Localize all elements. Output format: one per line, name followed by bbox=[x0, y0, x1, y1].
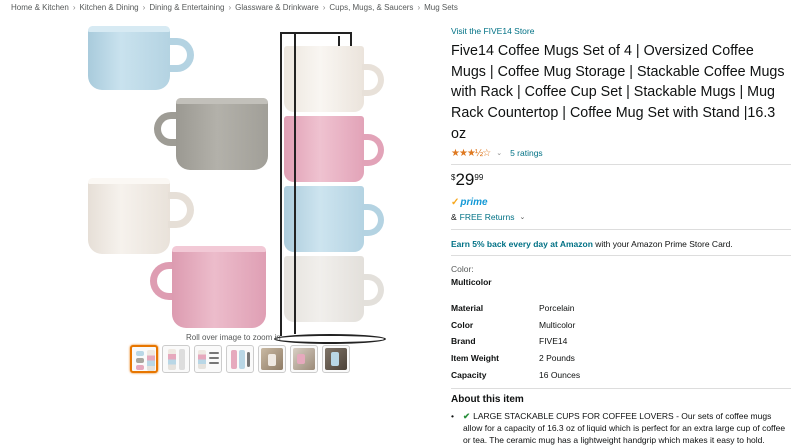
spec-value: 16 Ounces bbox=[539, 369, 581, 380]
divider bbox=[451, 163, 791, 165]
product-info: Visit the FIVE14 Store Five14 Coffee Mug… bbox=[451, 26, 791, 445]
breadcrumb-item[interactable]: Mug Sets bbox=[424, 3, 458, 12]
bullet-dot: • bbox=[451, 410, 454, 421]
chevron-right-icon: › bbox=[228, 3, 232, 12]
returns-prefix: & bbox=[451, 211, 457, 222]
thumbnail-strip bbox=[130, 345, 350, 373]
spec-row: Capacity 16 Ounces bbox=[451, 366, 791, 383]
prime-check-icon: ✓ bbox=[451, 196, 460, 208]
free-returns-link[interactable]: FREE Returns bbox=[460, 212, 515, 222]
feature-bullet: • ✔ LARGE STACKABLE CUPS FOR COFFEE LOVER… bbox=[451, 411, 791, 445]
ratings-count-link[interactable]: 5 ratings bbox=[510, 148, 543, 158]
thumbnail[interactable] bbox=[162, 345, 190, 373]
thumbnail[interactable] bbox=[258, 345, 286, 373]
spec-table: Material Porcelain Color Multicolor Bran… bbox=[451, 300, 791, 383]
thumbnail[interactable] bbox=[322, 345, 350, 373]
promo-rest: with your Amazon Prime Store Card. bbox=[592, 238, 733, 249]
product-title: Five14 Coffee Mugs Set of 4 | Oversized … bbox=[451, 43, 785, 142]
chevron-right-icon: › bbox=[142, 3, 146, 12]
spec-row: Brand FIVE14 bbox=[451, 333, 791, 350]
spec-row: Material Porcelain bbox=[451, 300, 791, 317]
divider bbox=[451, 228, 791, 230]
spec-row: Color Multicolor bbox=[451, 316, 791, 333]
gray-mug-image bbox=[154, 98, 272, 170]
breadcrumb-item[interactable]: Dining & Entertaining bbox=[149, 3, 224, 12]
rating-row: ★★★½☆ ⌄ 5 ratings bbox=[451, 148, 791, 159]
breadcrumb-item[interactable]: Glassware & Drinkware bbox=[235, 3, 319, 12]
chevron-down-icon[interactable]: ⌄ bbox=[519, 213, 525, 221]
cream-mug-image bbox=[88, 178, 198, 254]
spec-key: Color bbox=[451, 319, 474, 330]
breadcrumb-item[interactable]: Home & Kitchen bbox=[11, 3, 69, 12]
thumbnail[interactable] bbox=[130, 345, 158, 373]
chevron-right-icon: › bbox=[322, 3, 326, 12]
spec-key: Item Weight bbox=[451, 352, 500, 363]
spec-value: 2 Pounds bbox=[539, 352, 575, 363]
spec-key: Capacity bbox=[451, 369, 487, 380]
spec-value: FIVE14 bbox=[539, 336, 568, 347]
breadcrumb-item[interactable]: Kitchen & Dining bbox=[79, 3, 138, 12]
price: $ 29 99 bbox=[451, 170, 791, 190]
breadcrumb-item[interactable]: Cups, Mugs, & Saucers bbox=[329, 3, 413, 12]
blue-mug-image bbox=[88, 26, 198, 90]
thumbnail[interactable] bbox=[194, 345, 222, 373]
prime-label: prime bbox=[460, 196, 488, 208]
main-product-image[interactable] bbox=[0, 20, 440, 360]
star-rating-icon[interactable]: ★★★½☆ bbox=[451, 148, 491, 159]
mug-rack-image bbox=[274, 32, 386, 344]
divider bbox=[451, 254, 791, 256]
spec-key: Brand bbox=[451, 336, 476, 347]
color-value: Multicolor bbox=[451, 276, 492, 287]
chevron-right-icon: › bbox=[72, 3, 76, 12]
feature-text: ✔ LARGE STACKABLE CUPS FOR COFFEE LOVERS … bbox=[463, 411, 791, 445]
price-fraction: 99 bbox=[474, 172, 484, 182]
spec-value: Multicolor bbox=[539, 319, 576, 330]
check-icon: ✔ bbox=[463, 410, 471, 421]
store-link[interactable]: Visit the FIVE14 Store bbox=[451, 26, 791, 36]
prime-badge: ✓ prime bbox=[451, 197, 791, 208]
spec-key: Material bbox=[451, 302, 484, 313]
free-returns[interactable]: & FREE Returns ⌄ bbox=[451, 212, 791, 222]
color-label: Color: bbox=[451, 263, 474, 274]
chevron-down-icon[interactable]: ⌄ bbox=[496, 149, 502, 157]
thumbnail[interactable] bbox=[226, 345, 254, 373]
pink-mug-image bbox=[150, 246, 268, 328]
spec-value: Porcelain bbox=[539, 302, 575, 313]
spec-row: Item Weight 2 Pounds bbox=[451, 350, 791, 367]
breadcrumb: Home & Kitchen › Kitchen & Dining › Dini… bbox=[11, 3, 458, 12]
price-whole: 29 bbox=[455, 169, 475, 189]
chevron-right-icon: › bbox=[417, 3, 421, 12]
about-heading: About this item bbox=[451, 393, 524, 405]
zoom-hint: Roll over image to zoom in bbox=[186, 333, 281, 342]
promo-text: Earn 5% back every day at Amazon with yo… bbox=[451, 239, 791, 249]
feature-bullet-text: LARGE STACKABLE CUPS FOR COFFEE LOVERS -… bbox=[463, 410, 786, 445]
divider bbox=[451, 387, 791, 389]
thumbnail[interactable] bbox=[290, 345, 318, 373]
promo-link[interactable]: Earn 5% back every day at Amazon bbox=[451, 239, 593, 249]
